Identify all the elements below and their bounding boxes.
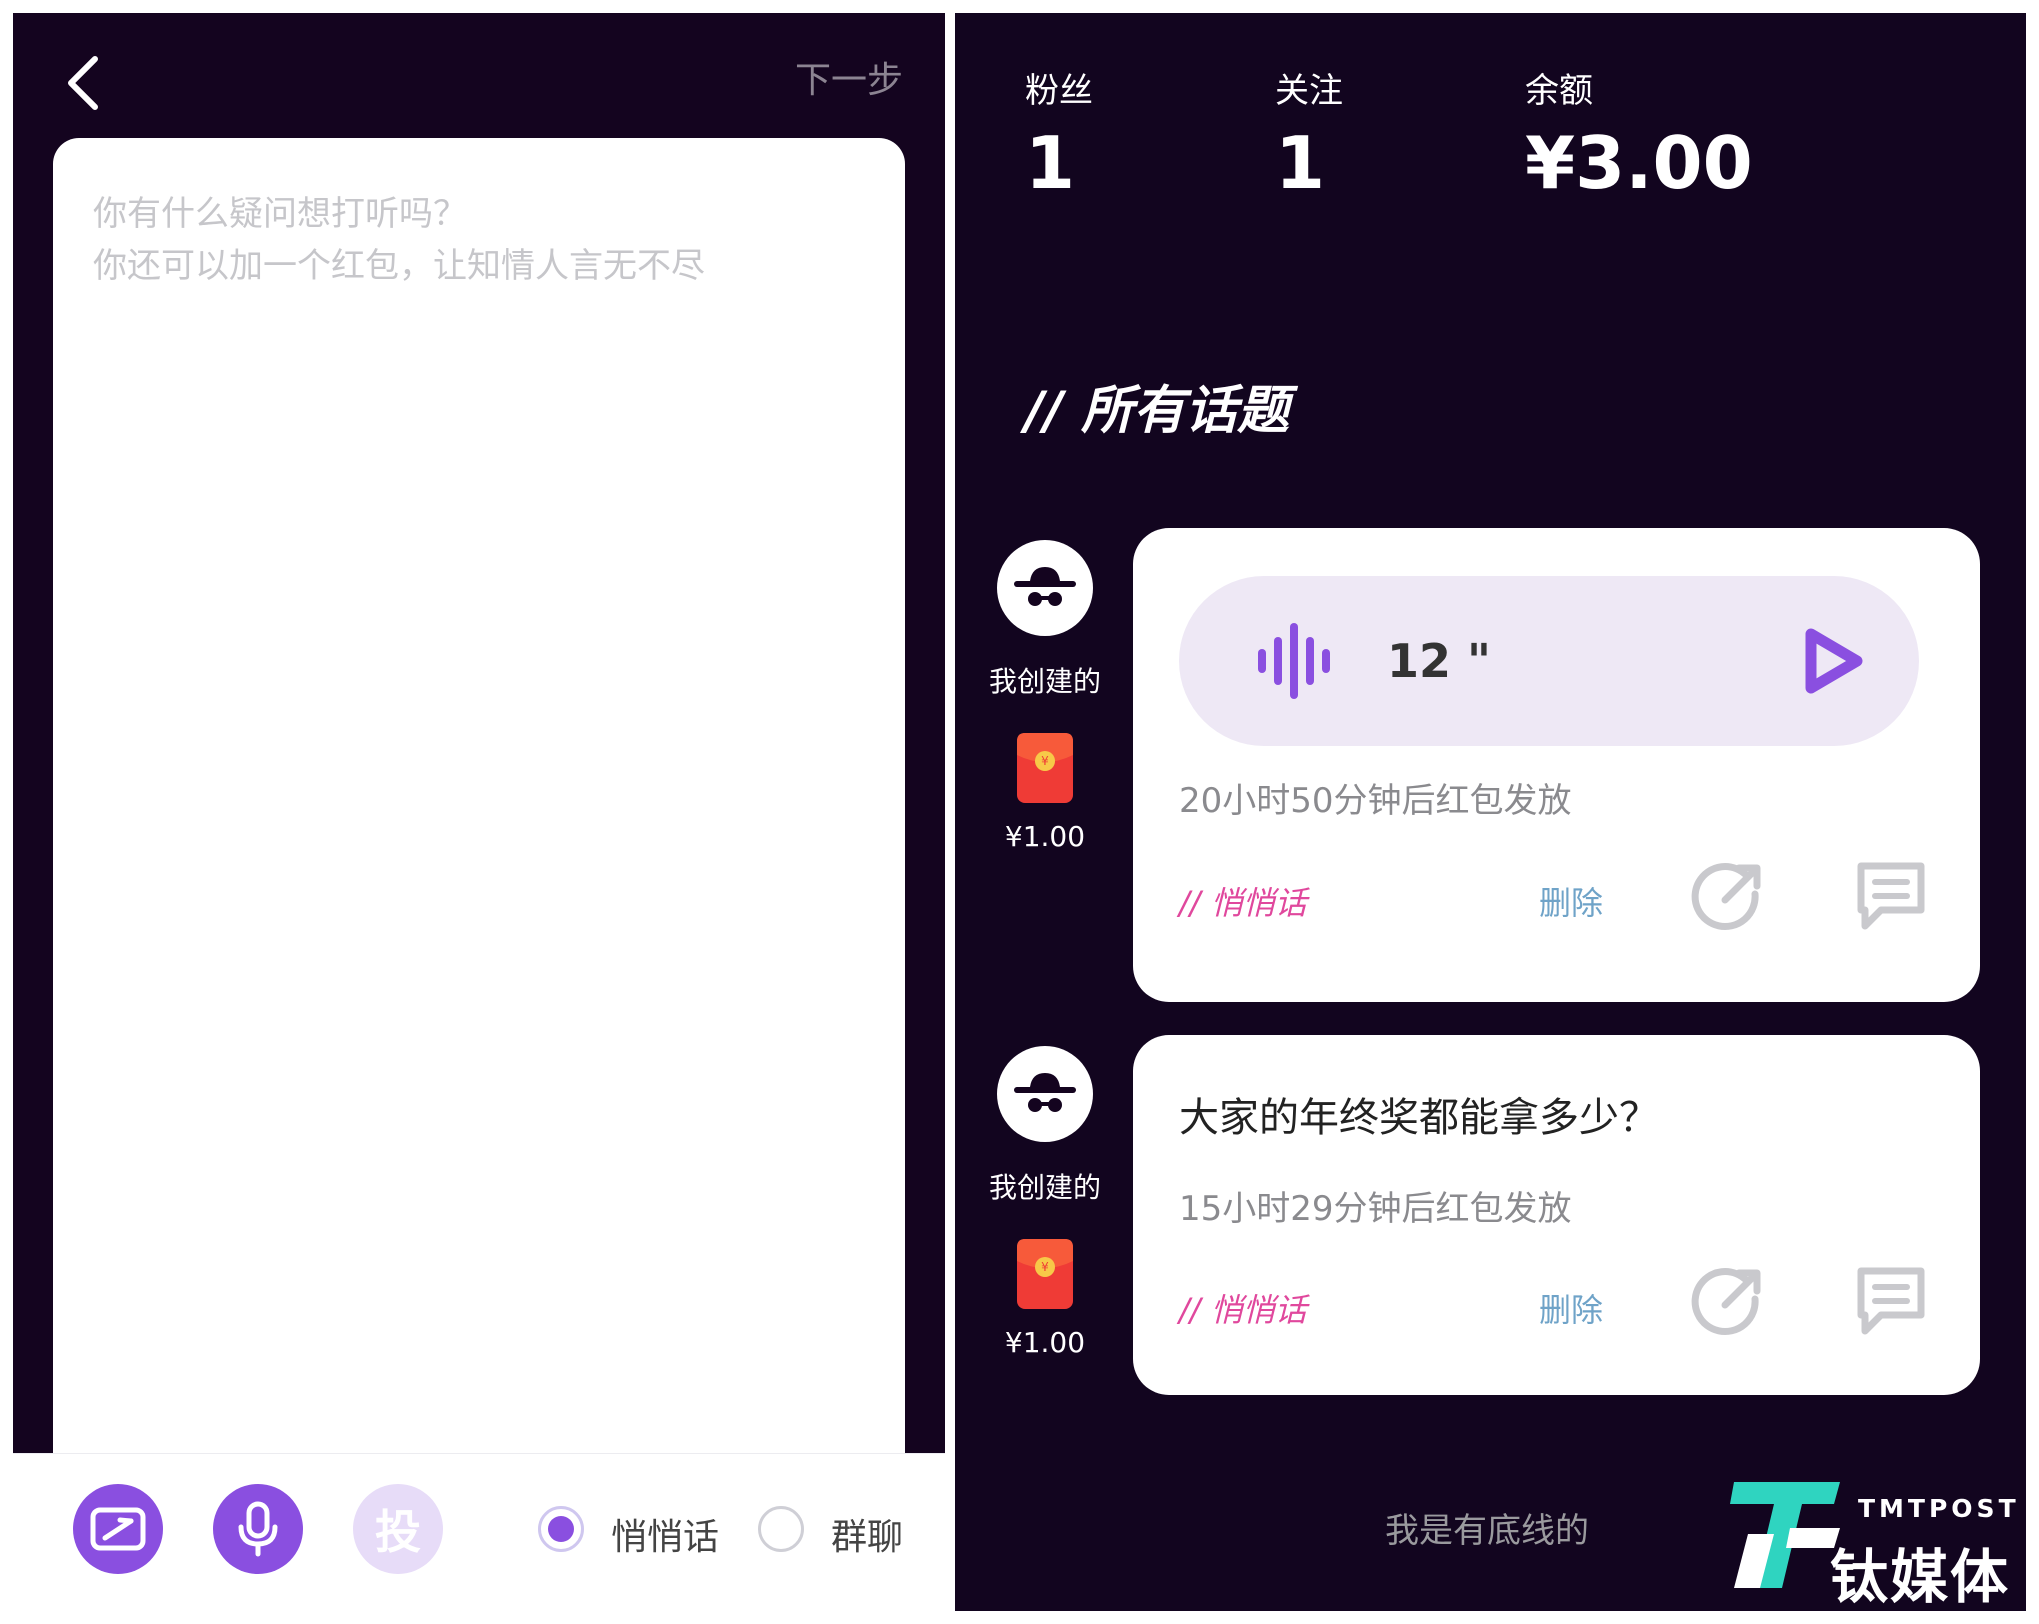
logo-text-cn: 钛媒体	[1830, 1543, 2011, 1611]
voice-record-button[interactable]	[213, 1484, 303, 1574]
section-title: // 所有话题	[1025, 381, 1290, 441]
spy-hat-icon	[1014, 1073, 1076, 1112]
topic-card[interactable]: 12 " 20小时50分钟后红包发放 // 悄悄话 删除	[1133, 528, 1980, 1002]
comment-icon[interactable]	[1851, 856, 1931, 936]
follow-label: 关注	[1275, 71, 1343, 111]
image-icon	[90, 1507, 146, 1551]
svg-text:¥: ¥	[1041, 1260, 1049, 1274]
topic-type-tag: // 悄悄话	[1179, 884, 1307, 922]
red-packet-icon: ¥	[1017, 733, 1073, 803]
balance-value[interactable]: ¥3.00	[1525, 121, 1753, 205]
compose-screen: 下一步 投 悄悄话 群聊	[13, 13, 945, 1610]
comment-icon[interactable]	[1851, 1261, 1931, 1341]
question-text[interactable]: 大家的年终奖都能拿多少？	[1179, 1085, 1659, 1143]
anonymous-avatar	[997, 1046, 1093, 1142]
microphone-icon	[238, 1501, 278, 1557]
svg-text:¥: ¥	[1041, 754, 1049, 768]
fans-label: 粉丝	[1025, 71, 1093, 111]
share-icon[interactable]	[1689, 1261, 1769, 1341]
red-packet-icon: ¥	[1017, 1239, 1073, 1309]
next-step-button[interactable]: 下一步	[795, 51, 903, 103]
red-packet-amount: ¥1.00	[1004, 1326, 1086, 1359]
topics-screen: 粉丝 1 关注 1 余额 ¥3.00 // 所有话题 我创建的 ¥ ¥1.00	[955, 13, 2026, 1611]
delete-button[interactable]: 删除	[1539, 878, 1603, 924]
payout-countdown: 20小时50分钟后红包发放	[1179, 781, 1572, 821]
topic-type-tag: // 悄悄话	[1179, 1291, 1307, 1329]
delete-button[interactable]: 删除	[1539, 1285, 1603, 1331]
balance-label: 余额	[1525, 71, 1593, 111]
end-of-list-text: 我是有底线的	[1385, 1511, 1589, 1551]
group-chat-radio[interactable]	[758, 1506, 804, 1552]
anonymous-avatar	[997, 540, 1093, 636]
voice-duration: 12 "	[1387, 634, 1491, 688]
chevron-left-icon	[68, 56, 98, 110]
spy-hat-icon	[1014, 567, 1076, 606]
whisper-radio[interactable]	[538, 1506, 584, 1552]
sound-wave-icon	[1258, 623, 1330, 699]
share-icon[interactable]	[1689, 856, 1769, 936]
question-input[interactable]	[93, 188, 873, 318]
red-packet-amount: ¥1.00	[1004, 820, 1086, 853]
topic-card[interactable]: 大家的年终奖都能拿多少？ 15小时29分钟后红包发放 // 悄悄话 删除	[1133, 1035, 1980, 1395]
compose-card	[53, 138, 905, 1458]
submit-button[interactable]: 投	[353, 1484, 443, 1574]
fans-count[interactable]: 1	[1025, 121, 1075, 205]
payout-countdown: 15小时29分钟后红包发放	[1179, 1189, 1572, 1229]
creator-label: 我创建的	[988, 1171, 1101, 1204]
add-image-button[interactable]	[73, 1484, 163, 1574]
creator-label: 我创建的	[988, 665, 1101, 698]
whisper-label[interactable]: 悄悄话	[611, 1508, 719, 1560]
follow-count[interactable]: 1	[1275, 121, 1325, 205]
group-chat-label[interactable]: 群聊	[831, 1508, 903, 1560]
voice-message-player[interactable]: 12 "	[1179, 576, 1919, 746]
play-icon[interactable]	[1799, 624, 1869, 698]
logo-text-en: TMTPOST	[1858, 1494, 2020, 1523]
radio-selected-dot	[548, 1516, 574, 1542]
back-button[interactable]	[53, 45, 113, 121]
compose-toolbar: 投 悄悄话 群聊	[13, 1453, 945, 1610]
